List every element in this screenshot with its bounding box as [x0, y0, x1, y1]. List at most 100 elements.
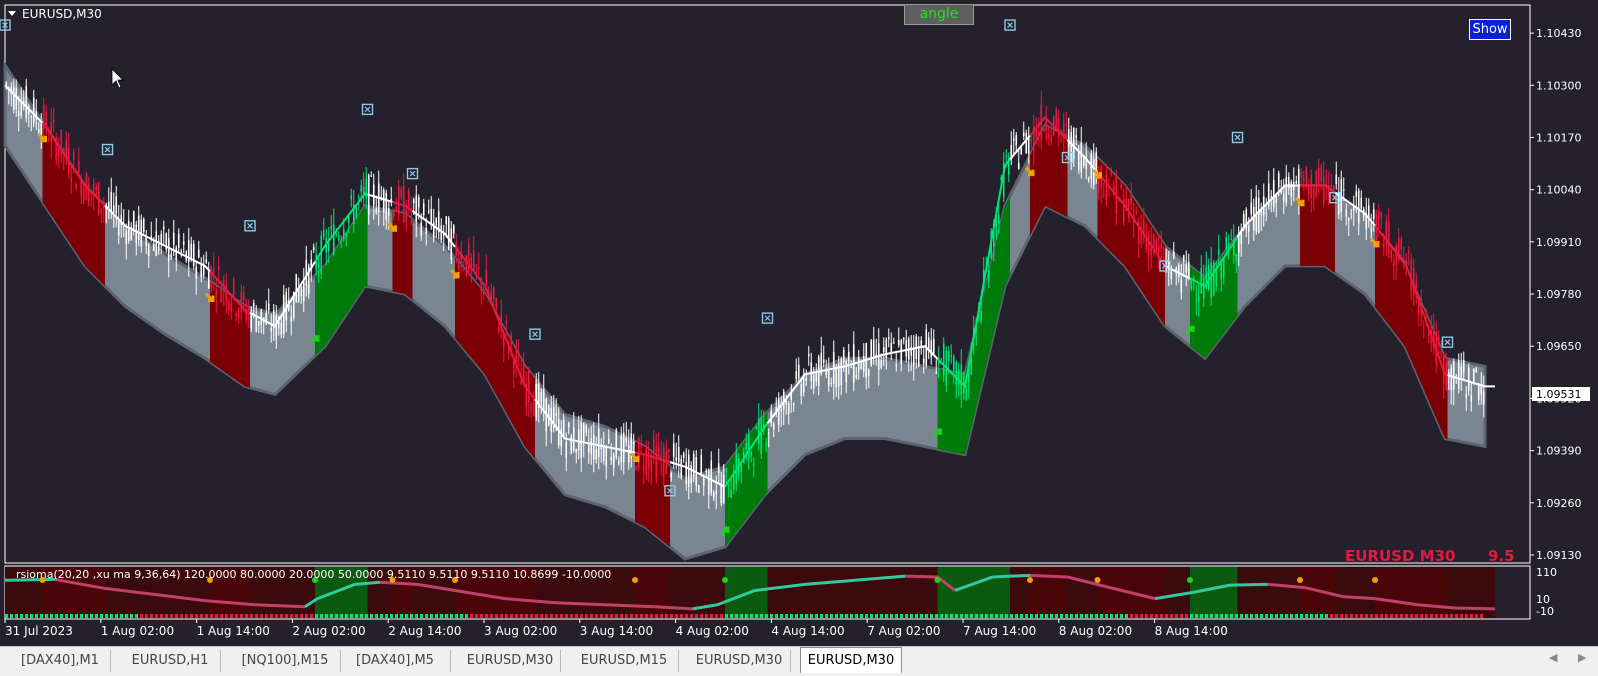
- oscillator-histogram-bar: [920, 614, 923, 618]
- candle-body: [1160, 243, 1163, 253]
- oscillator-histogram-bar: [1210, 614, 1213, 618]
- oscillator-histogram-bar: [860, 614, 863, 618]
- candle-body: [1460, 366, 1463, 378]
- oscillator-histogram-bar: [690, 614, 693, 618]
- candle-body: [1182, 255, 1185, 262]
- oscillator-histogram-bar: [50, 614, 53, 618]
- chevron-left-icon[interactable]: ◀: [1549, 651, 1557, 664]
- candle-body: [605, 447, 608, 467]
- candle-body: [1237, 237, 1240, 253]
- candle-body: [955, 361, 958, 385]
- candle-body: [1320, 166, 1323, 183]
- candle-body: [1187, 261, 1190, 278]
- candle-body: [372, 184, 375, 205]
- candle-body: [1415, 281, 1418, 290]
- oscillator-histogram-bar: [710, 614, 713, 618]
- oscillator-histogram-bar: [1155, 614, 1158, 618]
- candle-body: [362, 186, 365, 194]
- oscillator-histogram-bar: [1140, 614, 1143, 618]
- candle-body: [1230, 239, 1233, 241]
- chart-tab-3[interactable]: [NQ100],M15: [230, 650, 341, 672]
- candle-body: [1382, 243, 1385, 248]
- oscillator-histogram-bar: [530, 614, 533, 618]
- oscillator-histogram-bar: [580, 614, 583, 618]
- price-tick-label: 1.10040: [1536, 184, 1582, 197]
- oscillator-histogram-bar: [905, 614, 908, 618]
- oscillator-axis-label: -10: [1536, 605, 1554, 618]
- candle-body: [512, 361, 515, 375]
- candle-body: [412, 199, 415, 204]
- candle-body: [395, 206, 398, 212]
- candle-body: [715, 490, 718, 495]
- candle-body: [805, 378, 808, 381]
- oscillator-histogram-bar: [110, 614, 113, 618]
- oscillator-histogram-bar: [715, 614, 718, 618]
- candle-body: [1422, 328, 1425, 330]
- chart-tab-6[interactable]: EURUSD,M15: [570, 650, 679, 672]
- oscillator-histogram-bar: [990, 614, 993, 618]
- chart-tab-2[interactable]: EURUSD,H1: [120, 650, 221, 672]
- candle-body: [565, 441, 568, 459]
- chart-tab-8[interactable]: EURUSD,M30: [800, 647, 902, 673]
- candle-body: [505, 321, 508, 324]
- candle-body: [30, 116, 33, 118]
- price-chart[interactable]: EURUSD,M30 EURUSD M30 9.5 rsioma(20,20 ,xu…: [0, 0, 1598, 646]
- candle-body: [712, 492, 715, 499]
- candle-body: [1235, 253, 1238, 261]
- chart-tab-4[interactable]: [DAX40],M5: [340, 650, 451, 672]
- candle-body: [857, 357, 860, 372]
- oscillator-histogram-bar: [1390, 614, 1393, 618]
- candle-body: [240, 291, 243, 313]
- oscillator-histogram-bar: [1230, 614, 1233, 618]
- terminal-window: EURUSD,M30 EURUSD M30 9.5 rsioma(20,20 ,xu…: [0, 0, 1598, 676]
- candle-body: [822, 359, 825, 363]
- candle-body: [1030, 139, 1033, 142]
- show-button[interactable]: Show: [1469, 19, 1511, 40]
- candle-body: [1407, 251, 1410, 253]
- chart-tab-1[interactable]: [DAX40],M1: [10, 650, 111, 672]
- angle-button[interactable]: angle: [904, 4, 974, 25]
- candle-body: [1155, 239, 1158, 250]
- candle-body: [705, 470, 708, 473]
- oscillator-histogram-bar: [1175, 614, 1178, 618]
- candle-body: [1300, 171, 1303, 178]
- oscillator-histogram-bar: [1480, 614, 1483, 618]
- candle-body: [1265, 212, 1268, 214]
- chart-tab-7[interactable]: EURUSD,M30: [688, 650, 791, 672]
- oscillator-histogram-bar: [785, 614, 788, 618]
- candle-body: [477, 267, 480, 270]
- chevron-right-icon[interactable]: ▶: [1578, 651, 1586, 664]
- oscillator-histogram-bar: [1255, 614, 1258, 618]
- candle-body: [562, 419, 565, 437]
- oscillator-histogram-bar: [675, 614, 678, 618]
- candle-body: [780, 408, 783, 412]
- oscillator-histogram-bar: [165, 614, 168, 618]
- oscillator-histogram-bar: [1285, 614, 1288, 618]
- oscillator-histogram-bar: [330, 614, 333, 618]
- oscillator-histogram-bar: [1370, 614, 1373, 618]
- oscillator-histogram-bar: [1355, 614, 1358, 618]
- candle-body: [1127, 199, 1130, 218]
- oscillator-line: [992, 573, 1031, 579]
- candle-body: [1247, 225, 1250, 232]
- candle-body: [850, 366, 853, 369]
- oscillator-histogram-bar: [380, 614, 383, 618]
- candle-body: [597, 428, 600, 458]
- candle-body: [1322, 176, 1325, 204]
- oscillator-histogram-bar: [310, 614, 313, 618]
- candle-body: [357, 197, 360, 199]
- candle-body: [192, 244, 195, 266]
- oscillator-histogram-bar: [170, 614, 173, 618]
- oscillator-histogram-bar: [280, 614, 283, 618]
- price-tick-label: 1.09390: [1536, 445, 1582, 458]
- oscillator-histogram-bar: [1065, 614, 1068, 618]
- candle-body: [665, 450, 668, 474]
- candle-body: [690, 465, 693, 484]
- oscillator-histogram-bar: [815, 614, 818, 618]
- oscillator-histogram-bar: [420, 614, 423, 618]
- candle-body: [267, 303, 270, 311]
- oscillator-histogram-bar: [1185, 614, 1188, 618]
- candle-body: [527, 371, 530, 403]
- chart-tab-5[interactable]: EURUSD,M30: [460, 650, 561, 672]
- oscillator-histogram-bar: [535, 614, 538, 618]
